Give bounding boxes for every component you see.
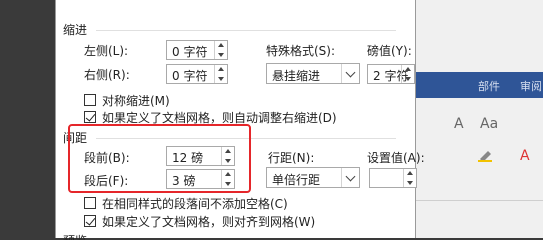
indent-section-divider [96,30,396,31]
ribbon-tab-parts[interactable]: 部件 [478,78,500,94]
arrow-up-icon[interactable] [405,67,411,71]
dark-backdrop [0,0,55,238]
spacing-highlight-box [68,124,251,193]
no-space-same-style-checkbox[interactable] [84,197,96,209]
special-indent-value: 悬挂缩进 [272,69,321,83]
paragraph-dialog: 缩进 左侧(L): 0 字符 特殊格式(S): 磅值(Y): 右侧(R): 0 … [55,0,425,240]
mirror-indent-label[interactable]: 对称缩进(M) [102,92,170,109]
mirror-indent-checkbox[interactable] [84,94,96,106]
indent-right-label: 右侧(R): [84,68,130,82]
indent-left-label: 左侧(L): [84,44,129,58]
highlight-icon[interactable] [476,148,498,162]
spinner-arrows[interactable] [214,65,227,83]
snap-to-grid-label[interactable]: 如果定义了文档网格，则对齐到网格(W) [102,213,315,230]
chevron-down-icon [345,67,356,78]
spinner-arrows[interactable] [214,41,227,59]
line-spacing-at-label: 设置值(A): [367,151,425,165]
ribbon-tab-review[interactable]: 审阅 [520,78,542,94]
ribbon-tab-bar: 部件 审阅 [416,72,543,98]
arrow-up-icon[interactable] [407,171,413,175]
line-spacing-value: 单倍行距 [272,173,321,187]
line-spacing-at-spinner[interactable] [369,168,417,188]
special-indent-dropdown[interactable]: 悬挂缩进 [266,63,360,84]
spinner-arrows[interactable] [401,65,414,83]
text-color-button[interactable]: A [520,148,530,164]
special-indent-label: 特殊格式(S): [266,44,336,58]
line-spacing-label: 行距(N): [268,151,315,165]
arrow-down-icon[interactable] [218,53,224,57]
background-app: 部件 审阅 A Aa A [416,0,543,238]
indent-by-label: 磅值(Y): [367,44,412,58]
indent-section-title: 缩进 [63,23,88,37]
arrow-up-icon[interactable] [218,43,224,47]
arrow-down-icon[interactable] [407,181,413,185]
indent-right-value: 0 字符 [172,69,208,83]
change-case-button[interactable]: Aa [480,116,498,132]
arrow-down-icon[interactable] [218,77,224,81]
line-spacing-dropdown[interactable]: 单倍行距 [266,167,360,188]
arrow-up-icon[interactable] [218,67,224,71]
no-space-same-style-label[interactable]: 在相同样式的段落间不添加空格(C) [102,195,288,212]
dropdown-button[interactable] [341,64,359,83]
indent-left-value: 0 字符 [172,45,208,59]
indent-by-spinner[interactable]: 2 字符 [367,64,415,84]
font-color-button[interactable]: A [454,116,464,132]
chevron-down-icon [345,171,356,182]
arrow-down-icon[interactable] [405,77,411,81]
ribbon-separator [416,200,543,201]
snap-to-grid-checkbox[interactable] [84,215,96,227]
preview-section-title: 预览 [63,232,87,240]
indent-left-spinner[interactable]: 0 字符 [166,40,228,60]
auto-adjust-indent-checkbox[interactable] [84,111,96,123]
spinner-arrows[interactable] [403,169,416,187]
indent-right-spinner[interactable]: 0 字符 [166,64,228,84]
dropdown-button[interactable] [341,168,359,187]
